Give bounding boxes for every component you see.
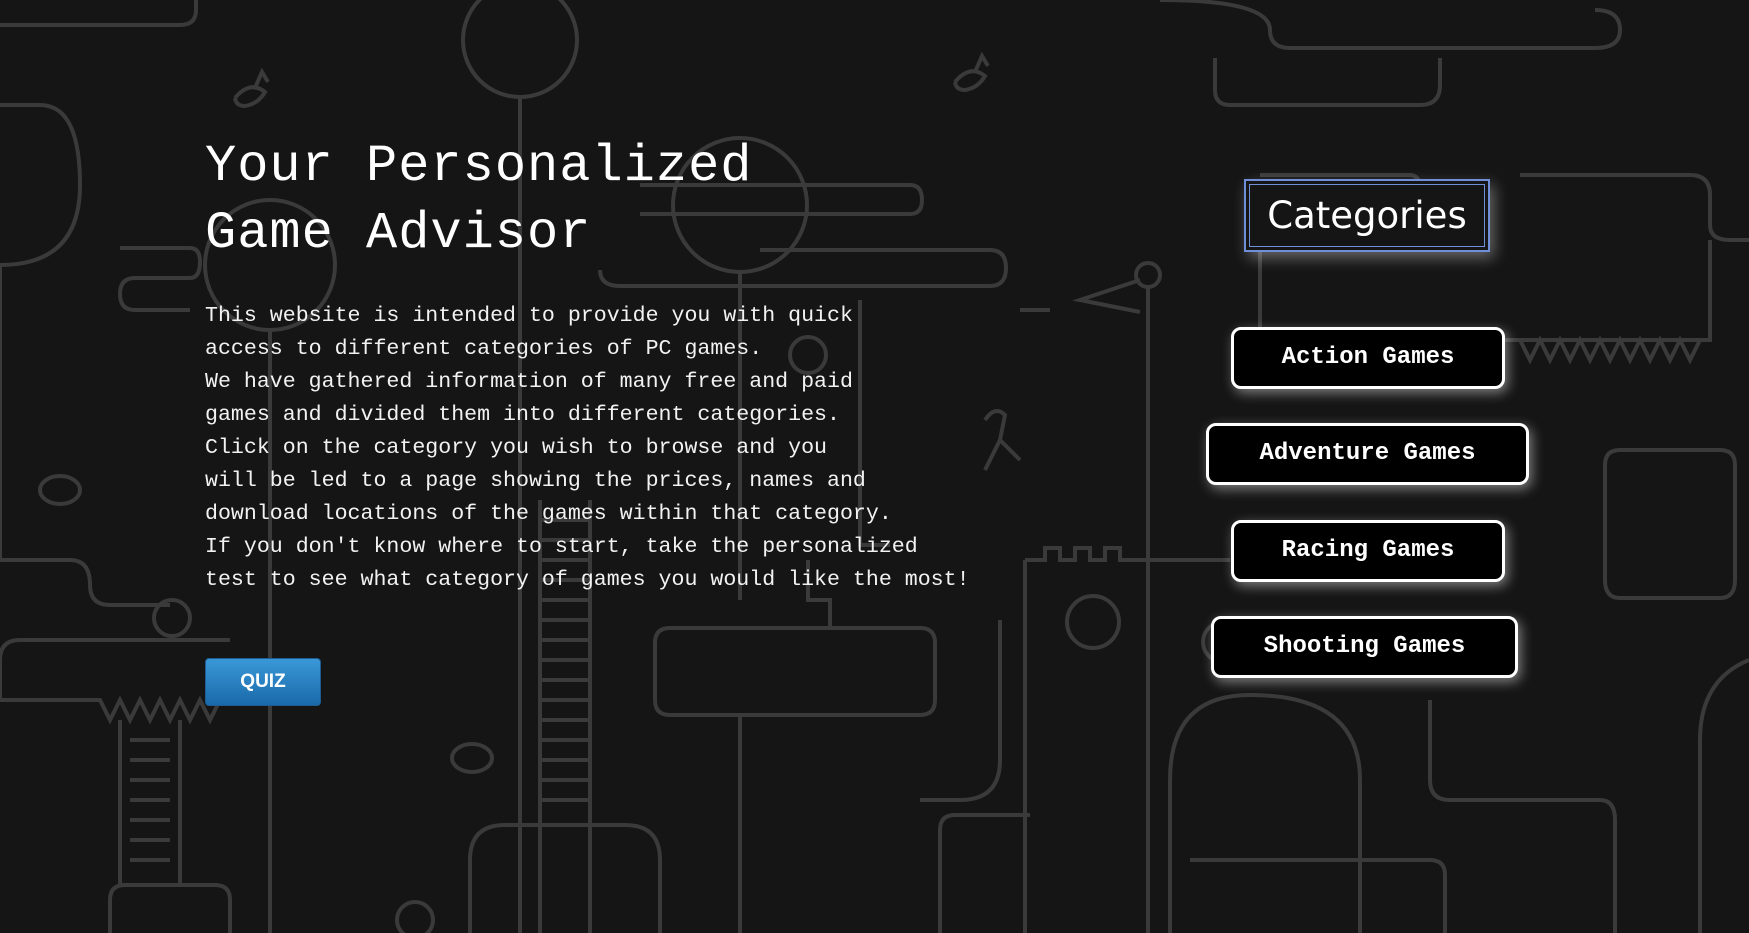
description-line: We have gathered information of many fre… bbox=[205, 370, 853, 394]
page-title-line-2: Game Advisor bbox=[205, 204, 592, 263]
description-line: This website is intended to provide you … bbox=[205, 304, 853, 328]
description-line: access to different categories of PC gam… bbox=[205, 337, 763, 361]
categories-heading: Categories bbox=[1244, 179, 1490, 252]
description-line: download locations of the games within t… bbox=[205, 502, 892, 526]
quiz-button[interactable]: QUIZ bbox=[205, 658, 321, 706]
shooting-games-button[interactable]: Shooting Games bbox=[1211, 616, 1518, 678]
page-title-line-1: Your Personalized bbox=[205, 137, 753, 196]
description-line: test to see what category of games you w… bbox=[205, 568, 970, 592]
page-title: Your Personalized Game Advisor bbox=[205, 133, 1005, 267]
intro-section: Your Personalized Game Advisor This webs… bbox=[205, 133, 1005, 597]
description-line: If you don't know where to start, take t… bbox=[205, 535, 918, 559]
intro-description: This website is intended to provide you … bbox=[205, 300, 1005, 597]
adventure-games-button[interactable]: Adventure Games bbox=[1206, 423, 1529, 485]
racing-games-button[interactable]: Racing Games bbox=[1231, 520, 1505, 582]
description-line: games and divided them into different ca… bbox=[205, 403, 840, 427]
description-line: Click on the category you wish to browse… bbox=[205, 436, 828, 460]
description-line: will be led to a page showing the prices… bbox=[205, 469, 866, 493]
action-games-button[interactable]: Action Games bbox=[1231, 327, 1505, 389]
